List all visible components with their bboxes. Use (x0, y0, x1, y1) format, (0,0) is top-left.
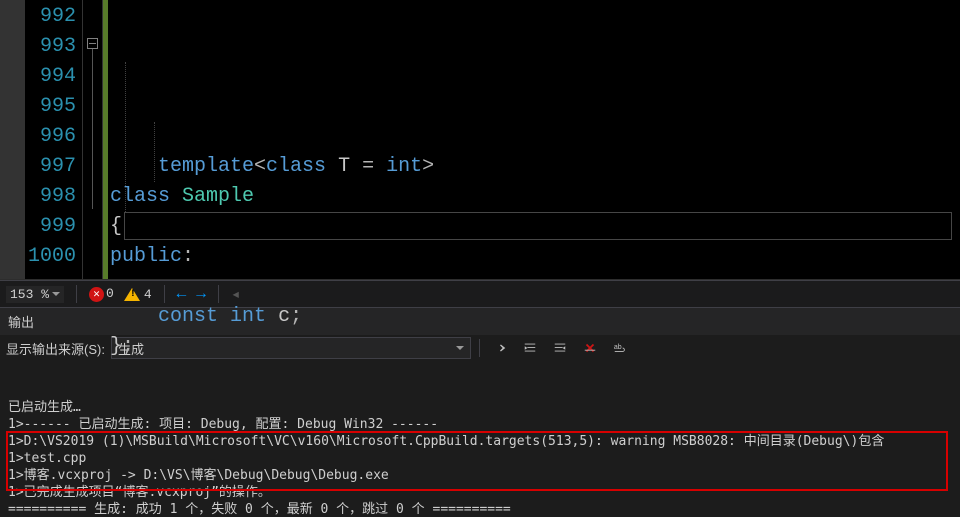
indent-guide (154, 122, 155, 182)
fold-collapse-icon[interactable] (87, 38, 98, 49)
error-icon: ✕ (89, 287, 104, 302)
line-number: 995 (25, 92, 76, 122)
line-number: 997 (25, 152, 76, 182)
current-line-highlight (124, 212, 952, 240)
line-number: 1000 (25, 242, 76, 272)
zoom-combo[interactable]: 153 % (6, 286, 64, 303)
code-line[interactable] (110, 272, 960, 302)
output-line: 1>------ 已启动生成: 项目: Debug, 配置: Debug Win… (8, 416, 952, 433)
change-indicator (103, 0, 108, 279)
output-line: 1>D:\VS2019 (1)\MSBuild\Microsoft\VC\v16… (8, 433, 952, 450)
output-text[interactable]: 已启动生成…1>------ 已启动生成: 项目: Debug, 配置: Deb… (0, 361, 960, 517)
fold-guide (92, 49, 93, 209)
line-number: 992 (25, 2, 76, 32)
output-line: 已启动生成… (8, 399, 952, 416)
code-editor[interactable]: 9929939949959969979989991000 template<cl… (0, 0, 960, 280)
warning-icon (124, 288, 140, 301)
line-number: 994 (25, 62, 76, 92)
chevron-down-icon (52, 292, 60, 296)
code-line[interactable]: public: (110, 242, 960, 272)
line-number: 999 (25, 212, 76, 242)
code-line[interactable]: const int c; (110, 302, 960, 332)
output-line: 1>已完成生成项目“博客.vcxproj”的操作。 (8, 484, 952, 501)
code-area[interactable]: template<class T = int>class Sample{publ… (110, 0, 960, 279)
zoom-value: 153 % (10, 287, 49, 302)
output-line: 1>博客.vcxproj -> D:\VS\博客\Debug\Debug\Deb… (8, 467, 952, 484)
line-number: 993 (25, 32, 76, 62)
output-line: 1>test.cpp (8, 450, 952, 467)
line-number: 996 (25, 122, 76, 152)
code-line[interactable]: }; (110, 332, 960, 362)
output-line: ========== 生成: 成功 1 个，失败 0 个，最新 0 个，跳过 0… (8, 501, 952, 517)
fold-gutter[interactable] (83, 0, 103, 279)
output-source-label: 显示输出来源(S): (6, 339, 105, 358)
breakpoint-gutter[interactable] (0, 0, 25, 279)
line-number: 998 (25, 182, 76, 212)
code-line[interactable]: class Sample (110, 182, 960, 212)
code-line[interactable]: template<class T = int> (110, 152, 960, 182)
line-number-gutter: 9929939949959969979989991000 (25, 0, 83, 279)
indent-guide (125, 62, 126, 212)
separator (76, 285, 77, 303)
